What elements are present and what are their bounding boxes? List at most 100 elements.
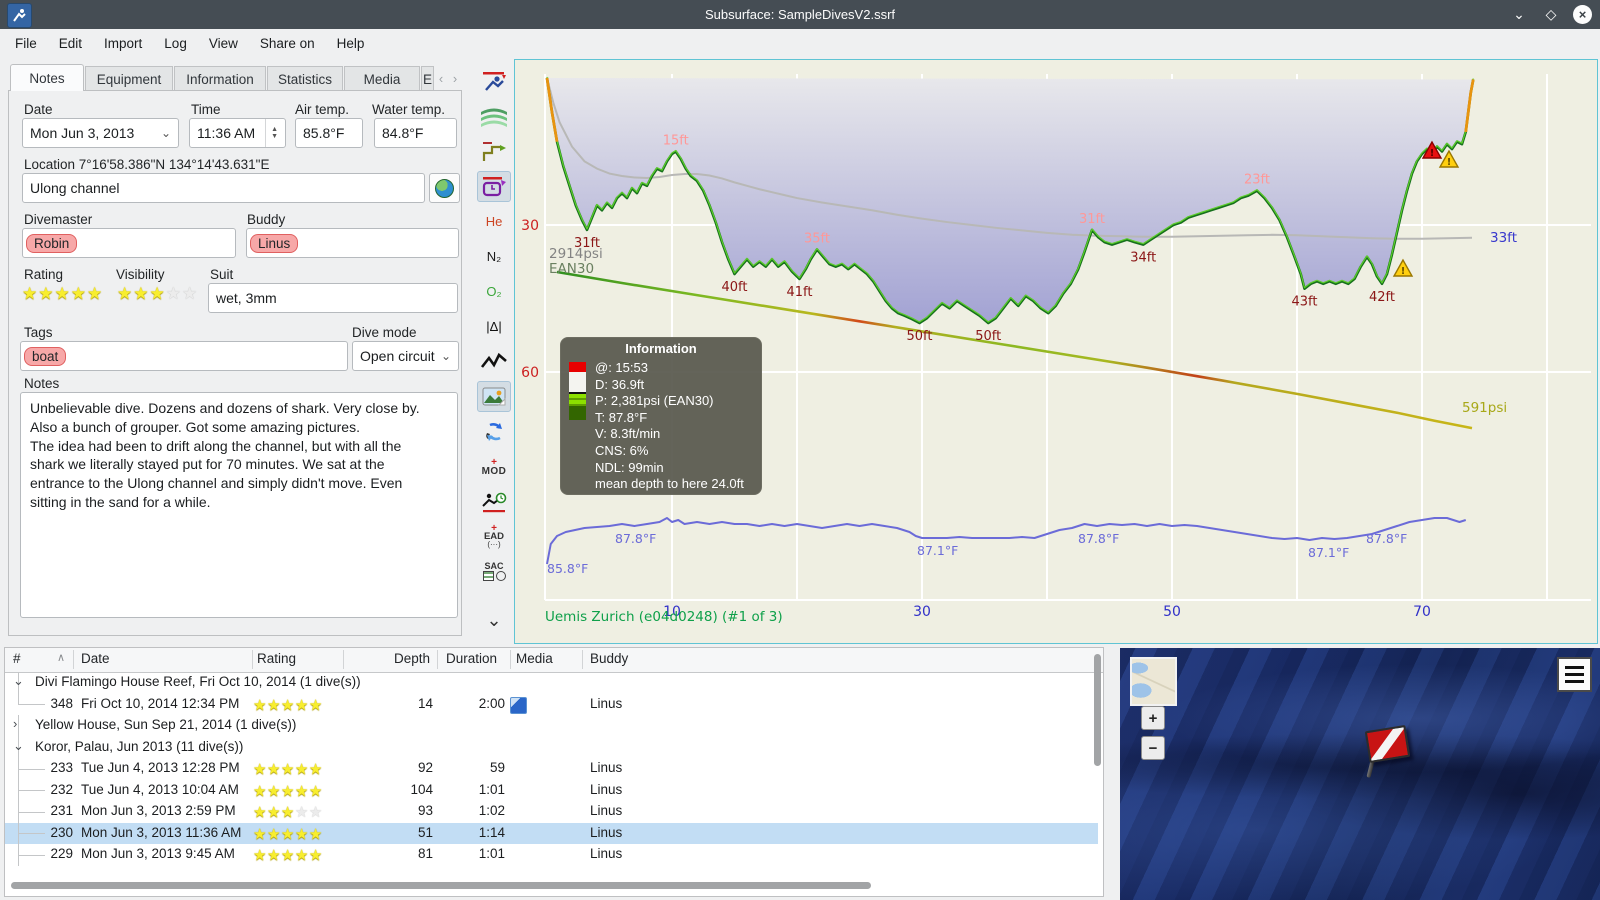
tab-information[interactable]: Information [174, 66, 266, 91]
calculated-ceiling-button[interactable] [477, 136, 511, 167]
close-button[interactable]: × [1573, 5, 1592, 24]
menu-share-on[interactable]: Share on [249, 29, 326, 57]
chevron-expanded-icon[interactable]: ⌄ [13, 738, 24, 754]
sac-button[interactable]: SAC [477, 556, 511, 587]
divemaster-input[interactable]: Robin [22, 228, 236, 258]
time-spinner-icon[interactable]: ▲ ▼ [265, 119, 278, 147]
star-filled-icon: ★ [266, 804, 281, 821]
ceiling-waves-button[interactable] [477, 101, 511, 132]
dive-row[interactable]: 230 Mon Jun 3, 2013 11:36 AM ★★★★★ 51 1:14 Li… [5, 822, 1098, 844]
tab-notes[interactable]: Notes [10, 64, 84, 91]
divemaster-tag[interactable]: Robin [26, 233, 78, 253]
dive-list-header: # Date Rating Depth Duration Media Buddy ∧ [5, 648, 1103, 673]
svg-text:70: 70 [1413, 604, 1431, 620]
star-filled-icon: ★ [266, 782, 281, 800]
dive-profile[interactable]: 15ft 35ft 31ft 23ft 31ft 40ft 41ft 50ft 50ft 34ft… [514, 59, 1598, 644]
map-menu-button[interactable] [1557, 657, 1592, 692]
minimize-button[interactable]: ⌄ [1509, 5, 1529, 25]
tab-e[interactable]: E [421, 66, 434, 91]
star-filled-icon: ★ [294, 847, 309, 864]
trip-row[interactable]: ⌄ Divi Flamingo House Reef, Fri Oct 10, 2… [5, 672, 1098, 694]
tab-statistics[interactable]: Statistics [267, 66, 343, 91]
menu-view[interactable]: View [198, 29, 249, 57]
chevron-expanded-icon[interactable]: ⌄ [13, 673, 24, 689]
column-header-media[interactable]: Media [516, 651, 553, 666]
dive-number: 232 [50, 781, 73, 797]
toggle-o2-button[interactable]: O₂ [477, 276, 511, 307]
trip-row[interactable]: › Yellow House, Sun Sep 21, 2014 (1 dive(… [5, 715, 1098, 737]
dive-flag-marker[interactable] [1364, 724, 1411, 764]
dive-row[interactable]: 231 Mon Jun 3, 2013 2:59 PM ★★★★★ 93 1:02 Lin… [5, 801, 1098, 823]
tab-scroll-right[interactable]: › [448, 66, 462, 91]
dive-row[interactable]: 229 Mon Jun 3, 2013 9:45 AM ★★★★★ 81 1:01 Lin… [5, 844, 1098, 866]
mod-button[interactable]: + MOD [477, 451, 511, 482]
menu-help[interactable]: Help [326, 29, 376, 57]
suit-input[interactable]: wet, 3mm [208, 283, 458, 313]
date-input[interactable]: Mon Jun 3, 2013 ⌄ [22, 118, 179, 148]
tab-media[interactable]: Media [344, 66, 420, 91]
column-header-rating[interactable]: Rating [257, 651, 296, 666]
svg-text:33ft: 33ft [1490, 230, 1517, 246]
buddy-tag[interactable]: Linus [250, 233, 299, 253]
visibility-stars[interactable]: ★ ★ ★ ★ ★ [117, 284, 198, 304]
column-header-number[interactable]: # [13, 651, 21, 666]
star-filled-icon: ★ [308, 825, 323, 843]
suit-label: Suit [210, 267, 234, 282]
svg-text:2914psi: 2914psi [549, 246, 603, 262]
column-header-duration[interactable]: Duration [446, 651, 497, 666]
column-header-depth[interactable]: Depth [394, 651, 430, 666]
location-input[interactable]: Ulong channel [22, 173, 425, 203]
column-header-buddy[interactable]: Buddy [590, 651, 628, 666]
heart-rate-button[interactable] [477, 346, 511, 377]
star-filled-icon: ★ [253, 804, 267, 821]
horizontal-scrollbar[interactable] [11, 882, 871, 889]
toolbar-collapse-button[interactable]: ⌄ [477, 605, 511, 636]
ead-button[interactable]: + EAD (···) [477, 521, 511, 552]
rating-stars[interactable]: ★ ★ ★ ★ ★ [22, 284, 103, 304]
chevron-collapsed-icon[interactable]: › [13, 716, 17, 731]
photos-button[interactable] [477, 381, 511, 412]
menu-file[interactable]: File [4, 29, 48, 57]
menu-log[interactable]: Log [153, 29, 198, 57]
map-overview-thumbnail[interactable] [1130, 657, 1177, 706]
tank-bar-button[interactable] [477, 171, 511, 202]
dive-row[interactable]: 232 Tue Jun 4, 2013 10:04 AM ★★★★★ 104 1:01 L… [5, 779, 1098, 801]
trip-title: Koror, Palau, Jun 2013 (11 dive(s)) [35, 738, 244, 754]
media-icon[interactable] [510, 696, 527, 714]
dc-profile-button[interactable] [477, 66, 511, 97]
vertical-scrollbar[interactable] [1094, 654, 1101, 766]
deco-time-button[interactable] [477, 486, 511, 517]
toggle-he-button[interactable]: He [477, 206, 511, 237]
tissues-button[interactable] [477, 416, 511, 447]
map-zoom-in-button[interactable]: + [1141, 706, 1165, 730]
location-globe-button[interactable] [429, 173, 460, 203]
buddy-input[interactable]: Linus [246, 228, 459, 258]
gradient-factor-button[interactable]: |Δ| [477, 311, 511, 342]
tab-scroll-left[interactable]: ‹ [434, 66, 448, 91]
menu-import[interactable]: Import [93, 29, 153, 57]
dive-site-map[interactable]: + − [1120, 648, 1600, 900]
water-temp-input[interactable]: 84.8°F [374, 118, 457, 148]
dive-number: 229 [50, 846, 73, 861]
column-header-date[interactable]: Date [81, 651, 110, 666]
notes-textarea[interactable]: Unbelievable dive. Dozens and dozens of … [20, 392, 458, 618]
maximize-button[interactable]: ◇ [1541, 5, 1561, 25]
svg-text:40ft: 40ft [722, 280, 748, 295]
dive-row[interactable]: 233 Tue Jun 4, 2013 12:28 PM ★★★★★ 92 59 Linu… [5, 758, 1098, 780]
tab-equipment[interactable]: Equipment [85, 66, 173, 91]
ead-icon: + EAD (···) [483, 522, 505, 549]
air-temp-input[interactable]: 85.8°F [295, 118, 363, 148]
tag-pill[interactable]: boat [24, 346, 67, 366]
svg-text:!: ! [1401, 266, 1406, 277]
sort-ascending-icon[interactable]: ∧ [57, 651, 65, 664]
dive-mode-select[interactable]: Open circuit ⌄ [352, 341, 459, 371]
dive-row[interactable]: 348 Fri Oct 10, 2014 12:34 PM ★★★★★ 14 2:00 L… [5, 693, 1098, 716]
map-zoom-out-button[interactable]: − [1141, 736, 1165, 760]
tags-input[interactable]: boat [20, 341, 348, 371]
dive-duration: 2:00 [478, 695, 505, 711]
menu-edit[interactable]: Edit [48, 29, 93, 57]
svg-text:41ft: 41ft [787, 285, 813, 300]
toggle-n2-button[interactable]: N₂ [477, 241, 511, 272]
time-input[interactable]: 11:36 AM ▲ ▼ [189, 118, 286, 148]
trip-row[interactable]: ⌄ Koror, Palau, Jun 2013 (11 dive(s)) [5, 736, 1098, 758]
